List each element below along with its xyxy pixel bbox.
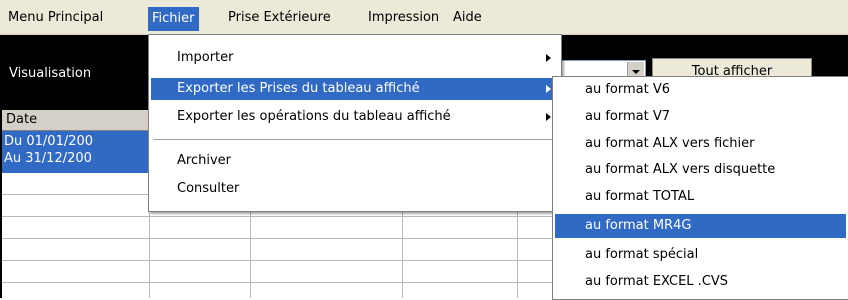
submenu-item-label: au format V7: [585, 109, 671, 124]
menu-aide[interactable]: Aide: [449, 9, 486, 27]
menu-item-importer[interactable]: Importer: [151, 47, 559, 69]
submenu-item-excel-cvs[interactable]: au format EXCEL .CVS: [555, 270, 846, 294]
submenu-item-label: au format ALX vers fichier: [585, 136, 755, 151]
fichier-dropdown-menu: Importer Exporter les Prises du tableau …: [148, 34, 562, 212]
menu-item-exporter-operations[interactable]: Exporter les opérations du tableau affic…: [151, 106, 559, 128]
submenu-item-label: au format spécial: [585, 247, 699, 262]
submenu-item-label: au format ALX vers disquette: [585, 162, 776, 177]
menu-item-label: Importer: [177, 50, 234, 65]
date-range-end: Au 31/12/200: [4, 151, 92, 166]
submenu-item-mr4g[interactable]: au format MR4G: [555, 214, 846, 238]
menu-separator: [153, 139, 555, 140]
submenu-item-label: au format EXCEL .CVS: [585, 274, 729, 289]
date-range-start: Du 01/01/200: [4, 134, 94, 149]
submenu-item-label: au format TOTAL: [585, 189, 695, 204]
menu-item-exporter-prises[interactable]: Exporter les Prises du tableau affiché: [151, 78, 559, 100]
menu-impression[interactable]: Impression: [364, 9, 443, 27]
submenu-item-v6[interactable]: au format V6: [555, 78, 846, 102]
menu-item-label: Exporter les opérations du tableau affic…: [177, 109, 451, 124]
submenu-item-special[interactable]: au format spécial: [555, 243, 846, 267]
menu-prise-exterieure[interactable]: Prise Extérieure: [224, 9, 335, 27]
menu-item-consulter[interactable]: Consulter: [151, 178, 559, 200]
submenu-item-label: au format V6: [585, 82, 671, 97]
menu-item-archiver[interactable]: Archiver: [151, 150, 559, 172]
menu-item-label: Consulter: [177, 181, 240, 196]
submenu-item-alx-fichier[interactable]: au format ALX vers fichier: [555, 132, 846, 156]
visualisation-label: Visualisation: [9, 66, 92, 81]
menu-item-label: Archiver: [177, 153, 231, 168]
submenu-arrow-icon: [546, 113, 551, 121]
submenu-item-label: au format MR4G: [585, 218, 692, 233]
menu-menu-principal[interactable]: Menu Principal: [4, 9, 107, 27]
menu-item-label: Exporter les Prises du tableau affiché: [177, 81, 420, 96]
submenu-item-v7[interactable]: au format V7: [555, 105, 846, 129]
submenu-arrow-icon: [546, 54, 551, 62]
column-date-header[interactable]: Date: [6, 112, 37, 127]
menu-bar: Menu Principal Fichier Prise Extérieure …: [0, 0, 848, 35]
submenu-arrow-icon: [546, 85, 551, 93]
submenu-item-total[interactable]: au format TOTAL: [555, 185, 846, 209]
export-format-submenu: au format V6 au format V7 au format ALX …: [552, 76, 848, 300]
submenu-item-alx-disquette[interactable]: au format ALX vers disquette: [555, 158, 846, 182]
table-row-selected[interactable]: Du 01/01/200 Au 31/12/200: [2, 131, 149, 173]
menu-fichier[interactable]: Fichier: [148, 7, 199, 31]
